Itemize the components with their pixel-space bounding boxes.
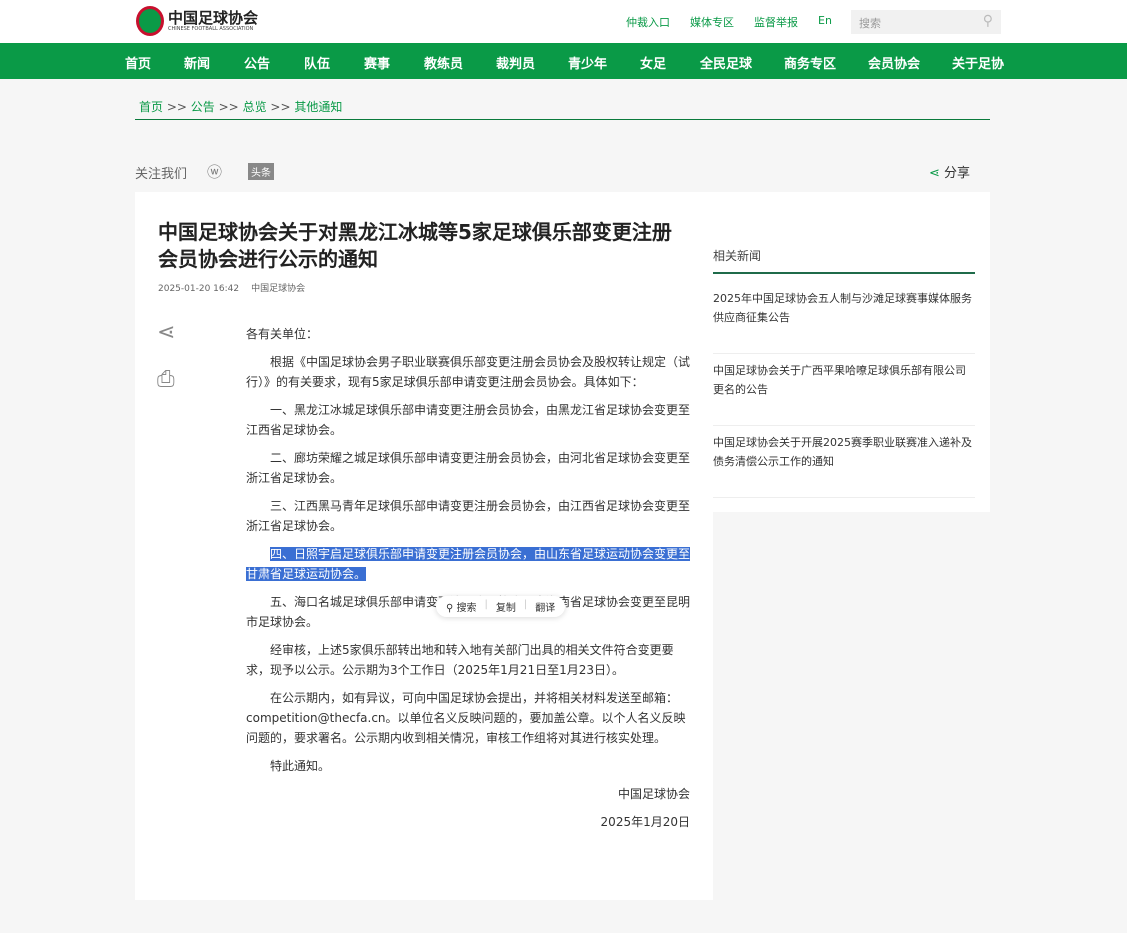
share-icon: ⋖ — [928, 166, 940, 181]
related-item[interactable]: 2025年中国足球协会五人制与沙滩足球赛事媒体服务供应商征集公告 — [713, 282, 975, 354]
nav-item[interactable]: 商务专区 — [784, 53, 836, 72]
selected-paragraph[interactable]: 四、日照宇启足球俱乐部申请变更注册会员协会，由山东省足球运动协会变更至甘肃省足球… — [246, 547, 691, 581]
link-english[interactable]: En — [818, 14, 832, 30]
share-button[interactable]: ⋖ 分享 — [929, 162, 970, 181]
search-placeholder: 搜索 — [859, 17, 881, 30]
article-date: 2025-01-20 16:42 — [158, 284, 240, 294]
link-report[interactable]: 监督举报 — [754, 14, 798, 30]
logo-text: 中国足球协会 — [168, 9, 259, 27]
paragraph: 根据《中国足球协会男子职业联赛俱乐部变更注册会员协会及股权转让规定（试行）》的有… — [246, 355, 691, 389]
divider — [713, 272, 975, 274]
crumb-other[interactable]: 其他通知 — [294, 100, 342, 114]
nav-item[interactable]: 关于足协 — [952, 53, 1004, 72]
article-source: 中国足球协会 — [251, 284, 306, 294]
weibo-icon[interactable]: ⓦ — [207, 161, 222, 182]
crumb-sep: >> — [218, 100, 239, 114]
follow-label: 关注我们 — [135, 167, 188, 182]
share-icon[interactable]: ⋖ — [157, 320, 175, 345]
related-item[interactable]: 中国足球协会关于广西平果哈嘹足球俱乐部有限公司更名的公告 — [713, 354, 975, 426]
paragraph: 二、廊坊荣耀之城足球俱乐部申请变更注册会员协会，由河北省足球协会变更至浙江省足球… — [246, 451, 691, 485]
cfa-logo[interactable]: 中国足球协会 CHINESE FOOTBALL ASSOCIATION — [136, 6, 258, 36]
nav-item[interactable]: 青少年 — [568, 53, 607, 72]
related-news: 相关新闻 2025年中国足球协会五人制与沙滩足球赛事媒体服务供应商征集公告 中国… — [700, 192, 990, 512]
salutation: 各有关单位： — [246, 327, 319, 341]
paragraph: 一、黑龙江冰城足球俱乐部申请变更注册会员协会，由黑龙江省足球协会变更至江西省足球… — [246, 403, 691, 437]
popup-translate-button[interactable]: 翻译 — [535, 599, 555, 614]
main-nav: 首页 新闻 公告 队伍 赛事 教练员 裁判员 青少年 女足 全民足球 商务专区 … — [0, 43, 1127, 79]
nav-item[interactable]: 队伍 — [304, 53, 330, 72]
crumb-sep: >> — [166, 100, 187, 114]
crumb-home[interactable]: 首页 — [139, 100, 163, 114]
crumb-notice[interactable]: 公告 — [191, 100, 215, 114]
nav-item[interactable]: 女足 — [640, 53, 666, 72]
breadcrumb: 首页 >> 公告 >> 总览 >> 其他通知 — [139, 98, 342, 115]
toutiao-icon[interactable]: 头条 — [248, 163, 274, 180]
nav-item[interactable]: 首页 — [125, 53, 151, 72]
divider — [135, 119, 990, 120]
link-arbitration[interactable]: 仲裁入口 — [626, 14, 670, 30]
paragraph: 特此通知。 — [270, 759, 331, 773]
logo-subtext: CHINESE FOOTBALL ASSOCIATION — [168, 26, 254, 32]
article-body: 各有关单位： 根据《中国足球协会男子职业联赛俱乐部变更注册会员协会及股权转让规定… — [246, 324, 691, 840]
print-icon[interactable]: ⎙ — [157, 367, 175, 392]
nav-item[interactable]: 裁判员 — [496, 53, 535, 72]
selection-popup: ⚲ 搜索 | 复制 | 翻译 — [436, 596, 566, 617]
nav-item[interactable]: 新闻 — [184, 53, 210, 72]
crumb-overview[interactable]: 总览 — [243, 100, 267, 114]
popup-search-label: 搜索 — [456, 603, 477, 614]
nav-item[interactable]: 全民足球 — [700, 53, 752, 72]
nav-item[interactable]: 教练员 — [424, 53, 463, 72]
sign-date: 2025年1月20日 — [600, 815, 690, 829]
follow-bar: 关注我们 ⓦ 头条 ⋖ 分享 — [135, 150, 990, 192]
cfa-badge-icon — [136, 6, 164, 36]
paragraph: 三、江西黑马青年足球俱乐部申请变更注册会员协会，由江西省足球协会变更至浙江省足球… — [246, 499, 691, 533]
top-bar: 中国足球协会 CHINESE FOOTBALL ASSOCIATION 仲裁入口 … — [0, 0, 1127, 43]
paragraph: 在公示期内，如有异议，可向中国足球协会提出，并将相关材料发送至邮箱：compet… — [246, 691, 686, 745]
paragraph: 经审核，上述5家俱乐部转出地和转入地有关部门出具的相关文件符合变更要求，现予以公… — [246, 643, 674, 677]
related-title: 相关新闻 — [713, 249, 762, 263]
share-label: 分享 — [943, 166, 970, 181]
search-icon[interactable]: ⚲ — [983, 13, 993, 29]
link-media[interactable]: 媒体专区 — [690, 14, 734, 30]
crumb-sep: >> — [270, 100, 291, 114]
article-title: 中国足球协会关于对黑龙江冰城等5家足球俱乐部变更注册会员协会进行公示的通知 — [158, 220, 672, 271]
signature: 中国足球协会 — [617, 787, 690, 801]
related-item[interactable]: 中国足球协会关于开展2025赛季职业联赛准入递补及债务清偿公示工作的通知 — [713, 426, 975, 498]
nav-item[interactable]: 赛事 — [364, 53, 390, 72]
popup-search-button[interactable]: ⚲ 搜索 — [446, 599, 477, 614]
popup-copy-button[interactable]: 复制 — [496, 599, 516, 614]
nav-item[interactable]: 会员协会 — [868, 53, 920, 72]
article: 中国足球协会关于对黑龙江冰城等5家足球俱乐部变更注册会员协会进行公示的通知 20… — [135, 192, 713, 900]
nav-item[interactable]: 公告 — [244, 53, 270, 72]
search-input[interactable]: 搜索 ⚲ — [851, 10, 1001, 34]
